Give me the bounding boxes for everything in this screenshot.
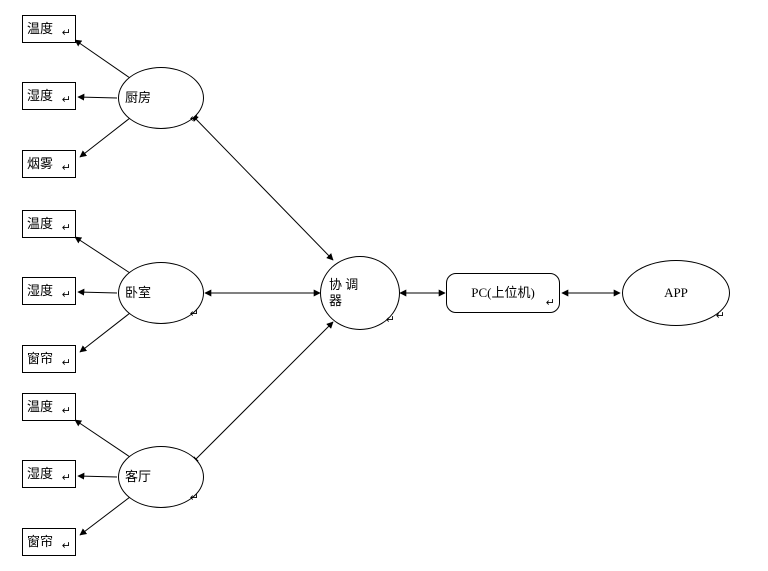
cj-icon: ↵: [386, 314, 395, 327]
edge-bedroom-curtain: [80, 313, 130, 352]
sensor-label: 湿度: [27, 466, 53, 482]
cj-icon: ↵: [62, 357, 71, 370]
edge-bedroom-humid: [78, 292, 117, 293]
sensor-kitchen-temp: 温度 ↵: [22, 15, 76, 43]
sensor-label: 烟雾: [27, 156, 53, 172]
sensor-label: 温度: [27, 216, 53, 232]
sensor-bedroom-curtain: 窗帘 ↵: [22, 345, 76, 373]
edge-living-coord: [192, 322, 333, 463]
cj-icon: ↵: [190, 308, 199, 321]
cj-icon: ↵: [62, 472, 71, 485]
sensor-label: 温度: [27, 21, 53, 37]
cj-icon: ↵: [716, 310, 725, 323]
edge-kitchen-temp: [75, 40, 130, 78]
sensor-living-humid: 湿度 ↵: [22, 460, 76, 488]
edge-bedroom-temp: [75, 237, 130, 273]
room-label: 客厅: [125, 469, 151, 485]
edge-kitchen-humid: [78, 97, 117, 98]
sensor-kitchen-humid: 湿度 ↵: [22, 82, 76, 110]
room-kitchen: 厨房 ↵: [118, 67, 204, 129]
sensor-living-curtain: 窗帘 ↵: [22, 528, 76, 556]
cj-icon: ↵: [190, 113, 199, 126]
room-label: 卧室: [125, 285, 151, 301]
cj-icon: ↵: [62, 540, 71, 553]
sensor-label: 窗帘: [27, 534, 53, 550]
sensor-kitchen-smoke: 烟雾 ↵: [22, 150, 76, 178]
cj-icon: ↵: [62, 222, 71, 235]
cj-icon: ↵: [62, 27, 71, 40]
sensor-bedroom-temp: 温度 ↵: [22, 210, 76, 238]
cj-icon: ↵: [62, 162, 71, 175]
sensor-label: 温度: [27, 399, 53, 415]
cj-icon: ↵: [62, 94, 71, 107]
coordinator-label: 协 调 器: [329, 277, 373, 308]
edge-living-curtain: [80, 497, 130, 535]
sensor-label: 窗帘: [27, 351, 53, 367]
edge-living-humid: [78, 476, 117, 477]
sensor-label: 湿度: [27, 88, 53, 104]
sensor-living-temp: 温度 ↵: [22, 393, 76, 421]
edge-kitchen-coord: [192, 115, 333, 260]
cj-icon: ↵: [190, 492, 199, 505]
edge-living-temp: [75, 420, 130, 457]
pc-label: PC(上位机): [471, 285, 535, 301]
pc-node: PC(上位机) ↵: [446, 273, 560, 313]
room-living: 客厅 ↵: [118, 446, 204, 508]
app-node: APP ↵: [622, 260, 730, 326]
sensor-label: 湿度: [27, 283, 53, 299]
coordinator-node: 协 调 器 ↵: [320, 256, 400, 330]
cj-icon: ↵: [62, 289, 71, 302]
edge-kitchen-smoke: [80, 118, 130, 157]
room-label: 厨房: [125, 90, 151, 106]
sensor-bedroom-humid: 湿度 ↵: [22, 277, 76, 305]
room-bedroom: 卧室 ↵: [118, 262, 204, 324]
diagram-canvas: 温度 ↵ 湿度 ↵ 烟雾 ↵ 厨房 ↵ 温度 ↵ 湿度 ↵ 窗帘 ↵ 卧室 ↵ …: [0, 0, 768, 571]
cj-icon: ↵: [546, 297, 555, 310]
app-label: APP: [664, 285, 688, 301]
cj-icon: ↵: [62, 405, 71, 418]
